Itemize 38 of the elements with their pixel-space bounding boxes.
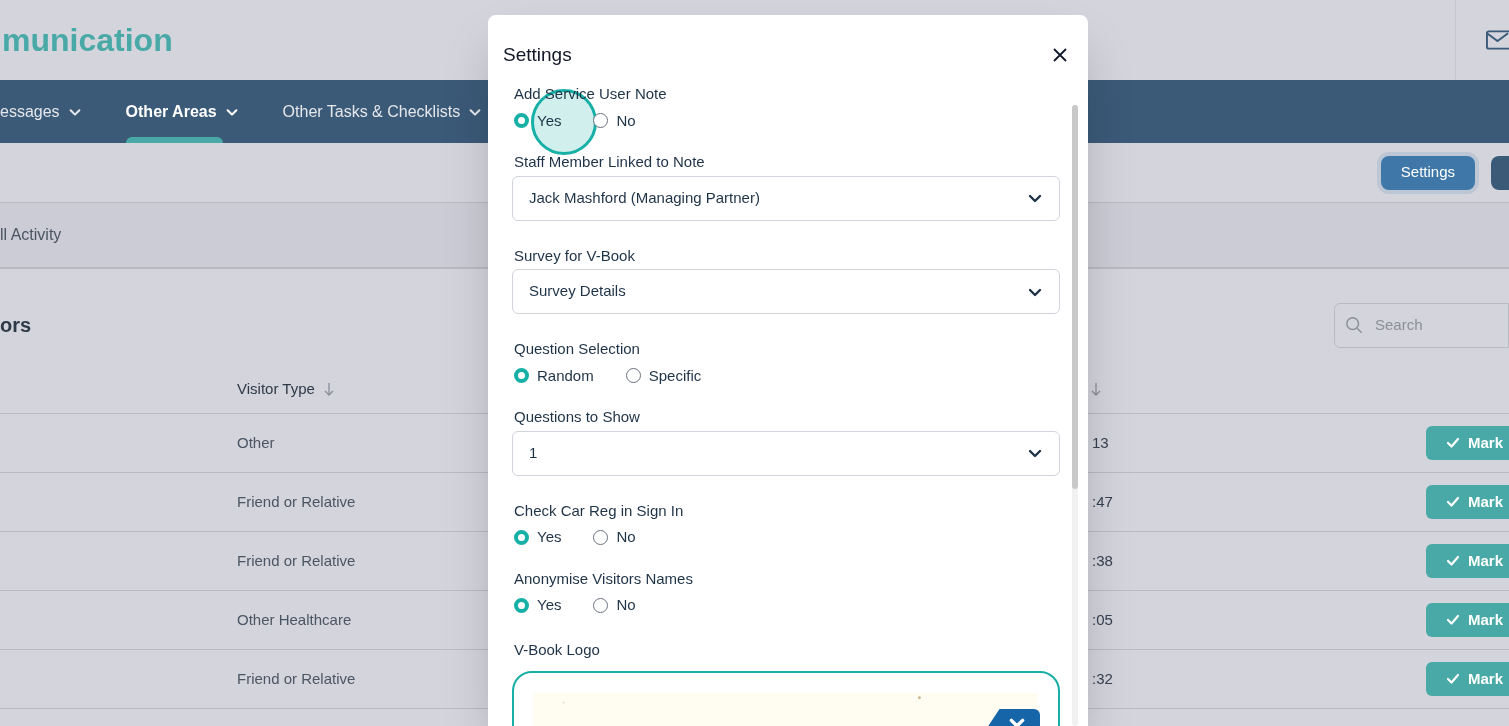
field-label: Check Car Reg in Sign In	[513, 500, 685, 521]
table-cell-text: Friend or Relative	[237, 550, 356, 571]
field-label: Survey for V-Book	[513, 245, 636, 266]
nav-tab[interactable]: Other Areas	[125, 80, 239, 143]
radio-option[interactable]: Yes	[514, 109, 562, 132]
table-cell-text: Other	[237, 432, 275, 453]
field-label: Questions to Show	[513, 407, 641, 427]
activity-tab[interactable]: ll Activity	[0, 223, 62, 247]
search-input[interactable]: Search	[1375, 313, 1495, 337]
table-cell-text: :47	[1092, 491, 1113, 512]
table-cell-text: :05	[1092, 609, 1113, 630]
table-cell-text: Friend or Relative	[237, 491, 356, 512]
column-header[interactable]: Visitor Type	[237, 377, 315, 401]
radio-option[interactable]: No	[593, 526, 636, 549]
select-field[interactable]: Jack Mashford (Managing Partner)	[512, 175, 1060, 221]
radio-option[interactable]: No	[593, 594, 636, 617]
field-label: Anonymise Visitors Names	[513, 568, 694, 589]
radio-option[interactable]: Yes	[514, 594, 562, 617]
page-title: munication	[2, 21, 173, 60]
search-field[interactable]: Search	[1334, 302, 1509, 348]
table-cell-text: :32	[1092, 668, 1113, 689]
field-label: V-Book Logo	[513, 639, 601, 660]
nav-tab[interactable]: Other Tasks & Checklists	[282, 80, 483, 143]
table-cell-text: :38	[1092, 550, 1113, 571]
radio-option[interactable]: Random	[514, 364, 594, 387]
radio-option[interactable]: Specific	[625, 364, 702, 387]
section-title: ors	[0, 313, 32, 338]
field-label: Staff Member Linked to Note	[513, 152, 706, 172]
radio-option[interactable]: Yes	[514, 526, 562, 549]
field-label: Question Selection	[513, 339, 641, 359]
select-field[interactable]: 1	[512, 430, 1060, 476]
table-cell-text: 13	[1092, 432, 1109, 453]
nav-tab[interactable]: essages	[0, 80, 82, 143]
table-cell-text: Other Healthcare	[237, 609, 352, 630]
radio-option[interactable]: No	[593, 109, 636, 132]
table-cell-text: Friend or Relative	[237, 668, 356, 689]
select-field[interactable]: Survey Details	[512, 269, 1060, 314]
dialog-title: Settings	[503, 42, 572, 67]
